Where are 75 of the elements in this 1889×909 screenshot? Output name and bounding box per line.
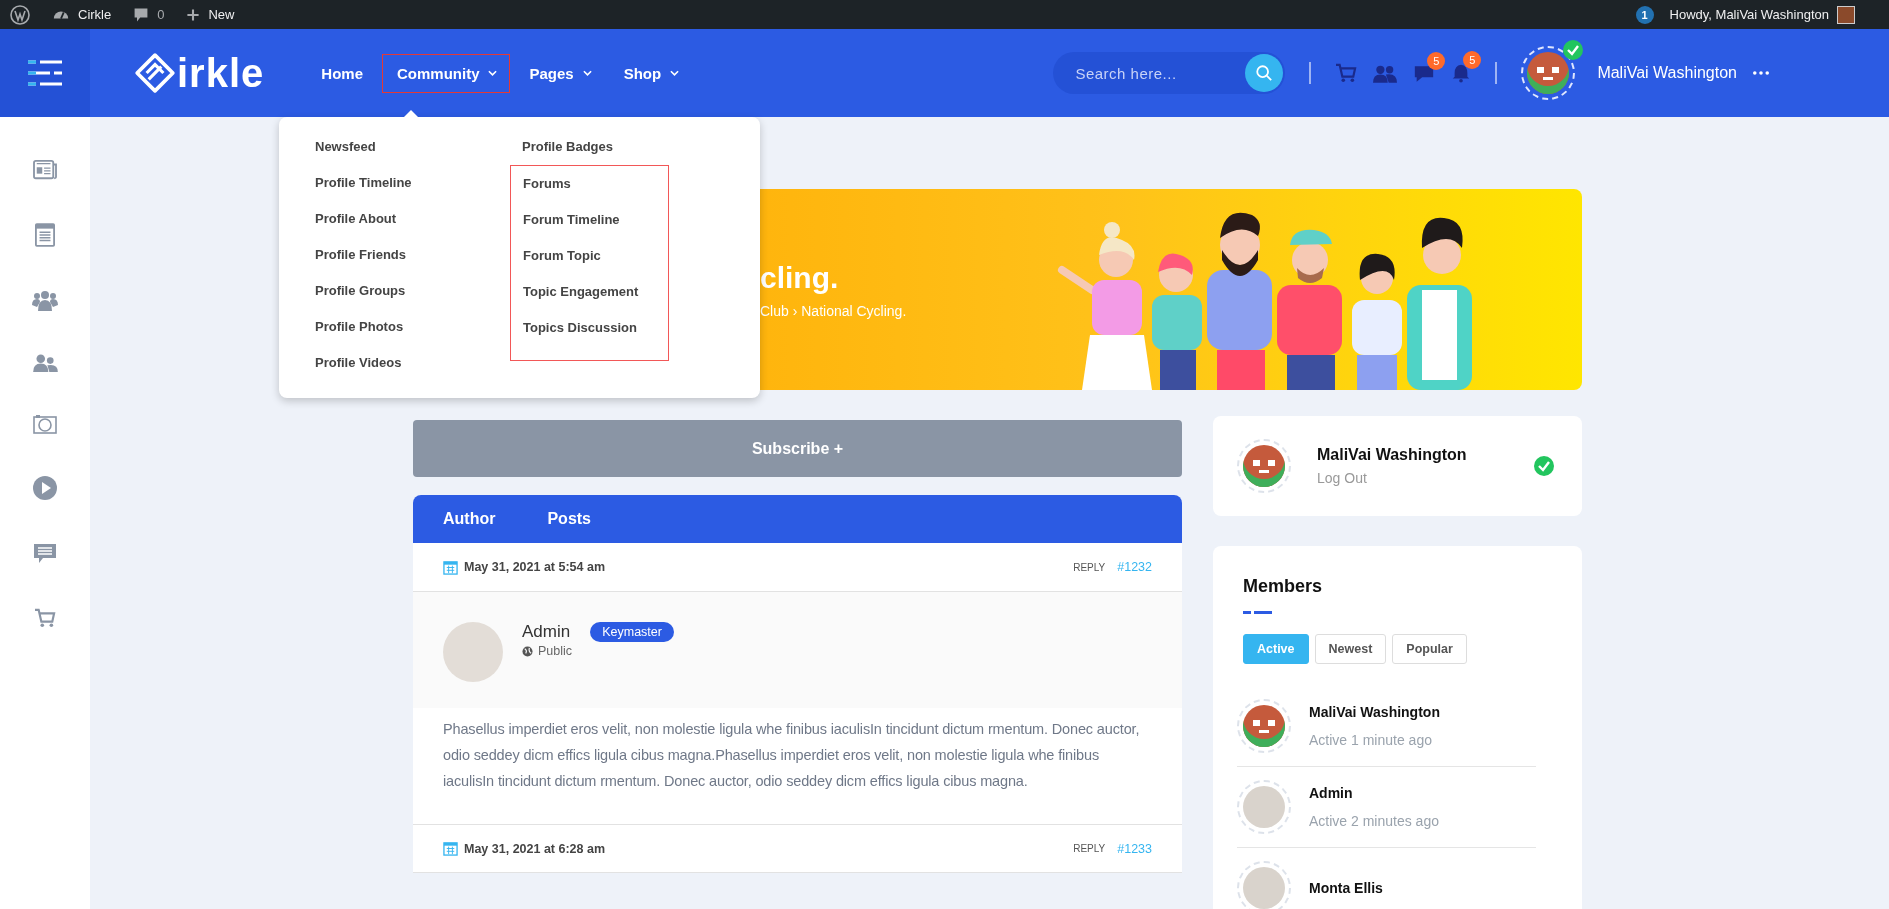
member-status: Active 1 minute ago	[1309, 732, 1433, 748]
camera-icon[interactable]	[33, 414, 57, 434]
chat-icon[interactable]	[1413, 63, 1436, 83]
nav-link[interactable]: Home	[308, 53, 376, 93]
site-link[interactable]: Cirkle	[52, 5, 112, 24]
avatar-icon[interactable]	[1837, 5, 1855, 24]
account-link[interactable]: Howdy, MaliVai Washington	[1669, 7, 1829, 22]
comments-link[interactable]: 0	[133, 6, 165, 23]
member-name-link[interactable]: Monta Ellis	[1309, 880, 1383, 896]
filter-tab[interactable]: Newest	[1314, 634, 1387, 664]
menu-icon	[28, 60, 62, 86]
search-bar[interactable]: Search here...	[1053, 52, 1286, 94]
menu-item[interactable]: Profile About	[315, 201, 522, 237]
menu-item[interactable]: Profile Timeline	[315, 165, 522, 201]
user-name-link[interactable]: MaliVai Washington	[1597, 64, 1737, 82]
search-field[interactable]: Search here...	[1073, 63, 1246, 83]
friends-icon[interactable]	[32, 353, 58, 372]
user-avatar[interactable]	[1237, 439, 1291, 493]
post-text: Phasellus imperdiet eros velit, non molestie ligula whe finibus iaculisIn tincidunt dictum rmentum. Donec auctor, odio seddey dicm effics ligula cibus magna.Phasellus imperdiet eros velit, non molestie ligula whe finibus iaculisIn tincidunt dictum rmentum. Donec auctor, odio seddey dicm effics ligula cibus magna.	[442, 720, 1141, 791]
menu-item[interactable]: Newsfeed	[315, 129, 522, 165]
comment-icon	[133, 6, 150, 23]
reply-link[interactable]: REPLY	[1073, 843, 1106, 854]
plus-icon	[186, 7, 201, 22]
post-date: May 31, 2021 at 6:28 am	[464, 841, 606, 856]
column-heading: Posts	[547, 510, 591, 528]
column-heading: Author	[443, 510, 496, 528]
menu-item[interactable]: Forum Timeline	[523, 202, 639, 238]
menu-item[interactable]: Profile Friends	[315, 237, 522, 273]
avatar-placeholder	[443, 622, 503, 682]
banner-title: cling.	[760, 260, 840, 295]
message-count-badge: 5	[1427, 51, 1446, 70]
filter-tab[interactable]: Popular	[1392, 634, 1467, 664]
menu-item[interactable]: Profile Groups	[315, 273, 522, 309]
nav-link[interactable]: Shop	[610, 53, 693, 93]
section-title: Members	[1243, 576, 1324, 597]
user-name: MaliVai Washington	[1317, 446, 1467, 464]
menu-item[interactable]: Forum Topic	[523, 238, 639, 274]
globe-icon	[522, 645, 533, 657]
more-icon[interactable]	[1753, 71, 1769, 75]
reply-link[interactable]: REPLY	[1073, 561, 1106, 573]
menu-item[interactable]: Profile Badges	[522, 129, 670, 165]
logo-icon	[134, 52, 176, 94]
new-link[interactable]: New	[186, 7, 235, 22]
visibility-label: Public	[538, 644, 573, 658]
calendar-icon	[443, 841, 458, 856]
menu-item[interactable]: Topic Engagement	[523, 274, 639, 310]
cart-icon[interactable]	[34, 608, 56, 628]
menu-item[interactable]: Profile Photos	[315, 309, 522, 345]
member-name-link[interactable]: Admin	[1309, 785, 1439, 801]
author-name: Admin	[522, 622, 571, 642]
role-badge: Keymaster	[590, 622, 674, 642]
member-status: Active 2 minutes ago	[1309, 813, 1439, 829]
site-logo[interactable]: irkle	[134, 52, 265, 94]
wordpress-logo-icon[interactable]	[10, 4, 30, 25]
update-count-badge[interactable]: 1	[1635, 5, 1654, 24]
member-avatar[interactable]	[1237, 699, 1291, 753]
post-date: May 31, 2021 at 5:54 am	[464, 560, 606, 574]
member-name-link[interactable]: MaliVai Washington	[1309, 704, 1440, 720]
breadcrumb: Club › National Cycling.	[760, 302, 907, 319]
cart-icon[interactable]	[1335, 63, 1358, 83]
search-icon	[1255, 64, 1274, 82]
friends-icon[interactable]	[1373, 63, 1398, 83]
menu-item[interactable]: Forums	[523, 166, 639, 202]
newspaper-icon[interactable]	[33, 159, 57, 181]
nav-link[interactable]: Community	[382, 53, 511, 93]
nav-link[interactable]: Pages	[516, 53, 605, 93]
menu-item[interactable]: Topics Discussion	[523, 310, 639, 346]
document-icon[interactable]	[35, 223, 55, 247]
menu-toggle[interactable]	[0, 29, 90, 117]
play-icon[interactable]	[33, 476, 57, 500]
menu-item[interactable]: Profile Videos	[315, 345, 522, 381]
calendar-icon	[443, 559, 458, 575]
notification-count-badge: 5	[1463, 51, 1482, 69]
search-button[interactable]	[1245, 54, 1284, 92]
group-icon[interactable]	[32, 289, 58, 311]
